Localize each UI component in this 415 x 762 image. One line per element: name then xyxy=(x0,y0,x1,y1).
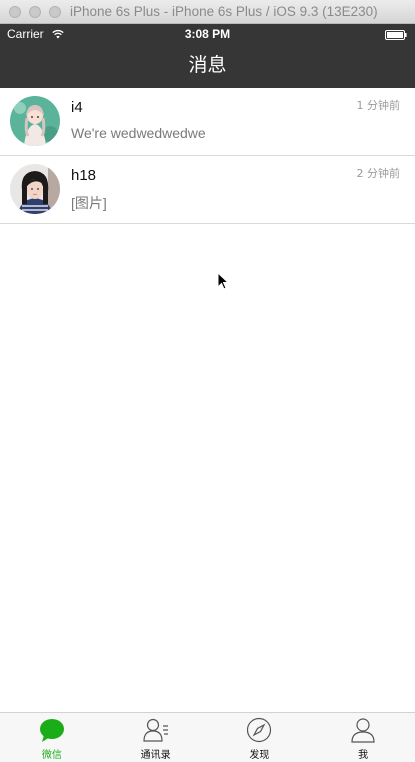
photo-girl-avatar[interactable] xyxy=(10,164,60,214)
zoom-window-button[interactable] xyxy=(49,6,61,18)
tab-bar: 微信 通讯录 发现 我 xyxy=(0,712,415,762)
minimize-window-button[interactable] xyxy=(29,6,41,18)
anime-girl-avatar[interactable] xyxy=(10,96,60,146)
conversation-list: i4 We're wedwedwedwe 1 分钟前 h18 [图片] 2 分钟… xyxy=(0,88,415,224)
message-time: 1 分钟前 xyxy=(356,99,401,112)
tab-contacts[interactable]: 通讯录 xyxy=(104,713,208,762)
contacts-icon xyxy=(143,717,169,743)
person-icon xyxy=(350,717,376,743)
status-bar: Carrier 3:08 PM xyxy=(0,24,415,44)
contact-name: h18 xyxy=(71,167,97,184)
tab-label: 我 xyxy=(358,750,369,761)
tab-wechat[interactable]: 微信 xyxy=(0,713,104,762)
navigation-bar: 消息 xyxy=(0,44,415,88)
message-time: 2 分钟前 xyxy=(356,167,401,180)
message-preview: [图片] xyxy=(71,195,107,211)
tab-label: 发现 xyxy=(249,750,270,761)
tab-label: 微信 xyxy=(41,750,62,761)
contact-name: i4 xyxy=(71,99,83,116)
simulator-title-bar: iPhone 6s Plus - iPhone 6s Plus / iOS 9.… xyxy=(0,0,415,24)
tab-me[interactable]: 我 xyxy=(311,713,415,762)
compass-icon xyxy=(246,717,272,743)
battery-icon xyxy=(385,29,407,40)
status-time: 3:08 PM xyxy=(184,27,231,41)
tab-discover[interactable]: 发现 xyxy=(208,713,312,762)
conversation-row[interactable]: i4 We're wedwedwedwe 1 分钟前 xyxy=(0,88,415,156)
mouse-cursor-icon xyxy=(217,271,230,290)
tab-label: 通讯录 xyxy=(140,750,171,761)
close-window-button[interactable] xyxy=(9,6,21,18)
conversation-row[interactable]: h18 [图片] 2 分钟前 xyxy=(0,156,415,224)
page-title: 消息 xyxy=(188,54,227,76)
message-preview: We're wedwedwedwe xyxy=(71,125,206,141)
window-title: iPhone 6s Plus - iPhone 6s Plus / iOS 9.… xyxy=(70,4,378,19)
chat-bubble-icon xyxy=(39,717,65,743)
